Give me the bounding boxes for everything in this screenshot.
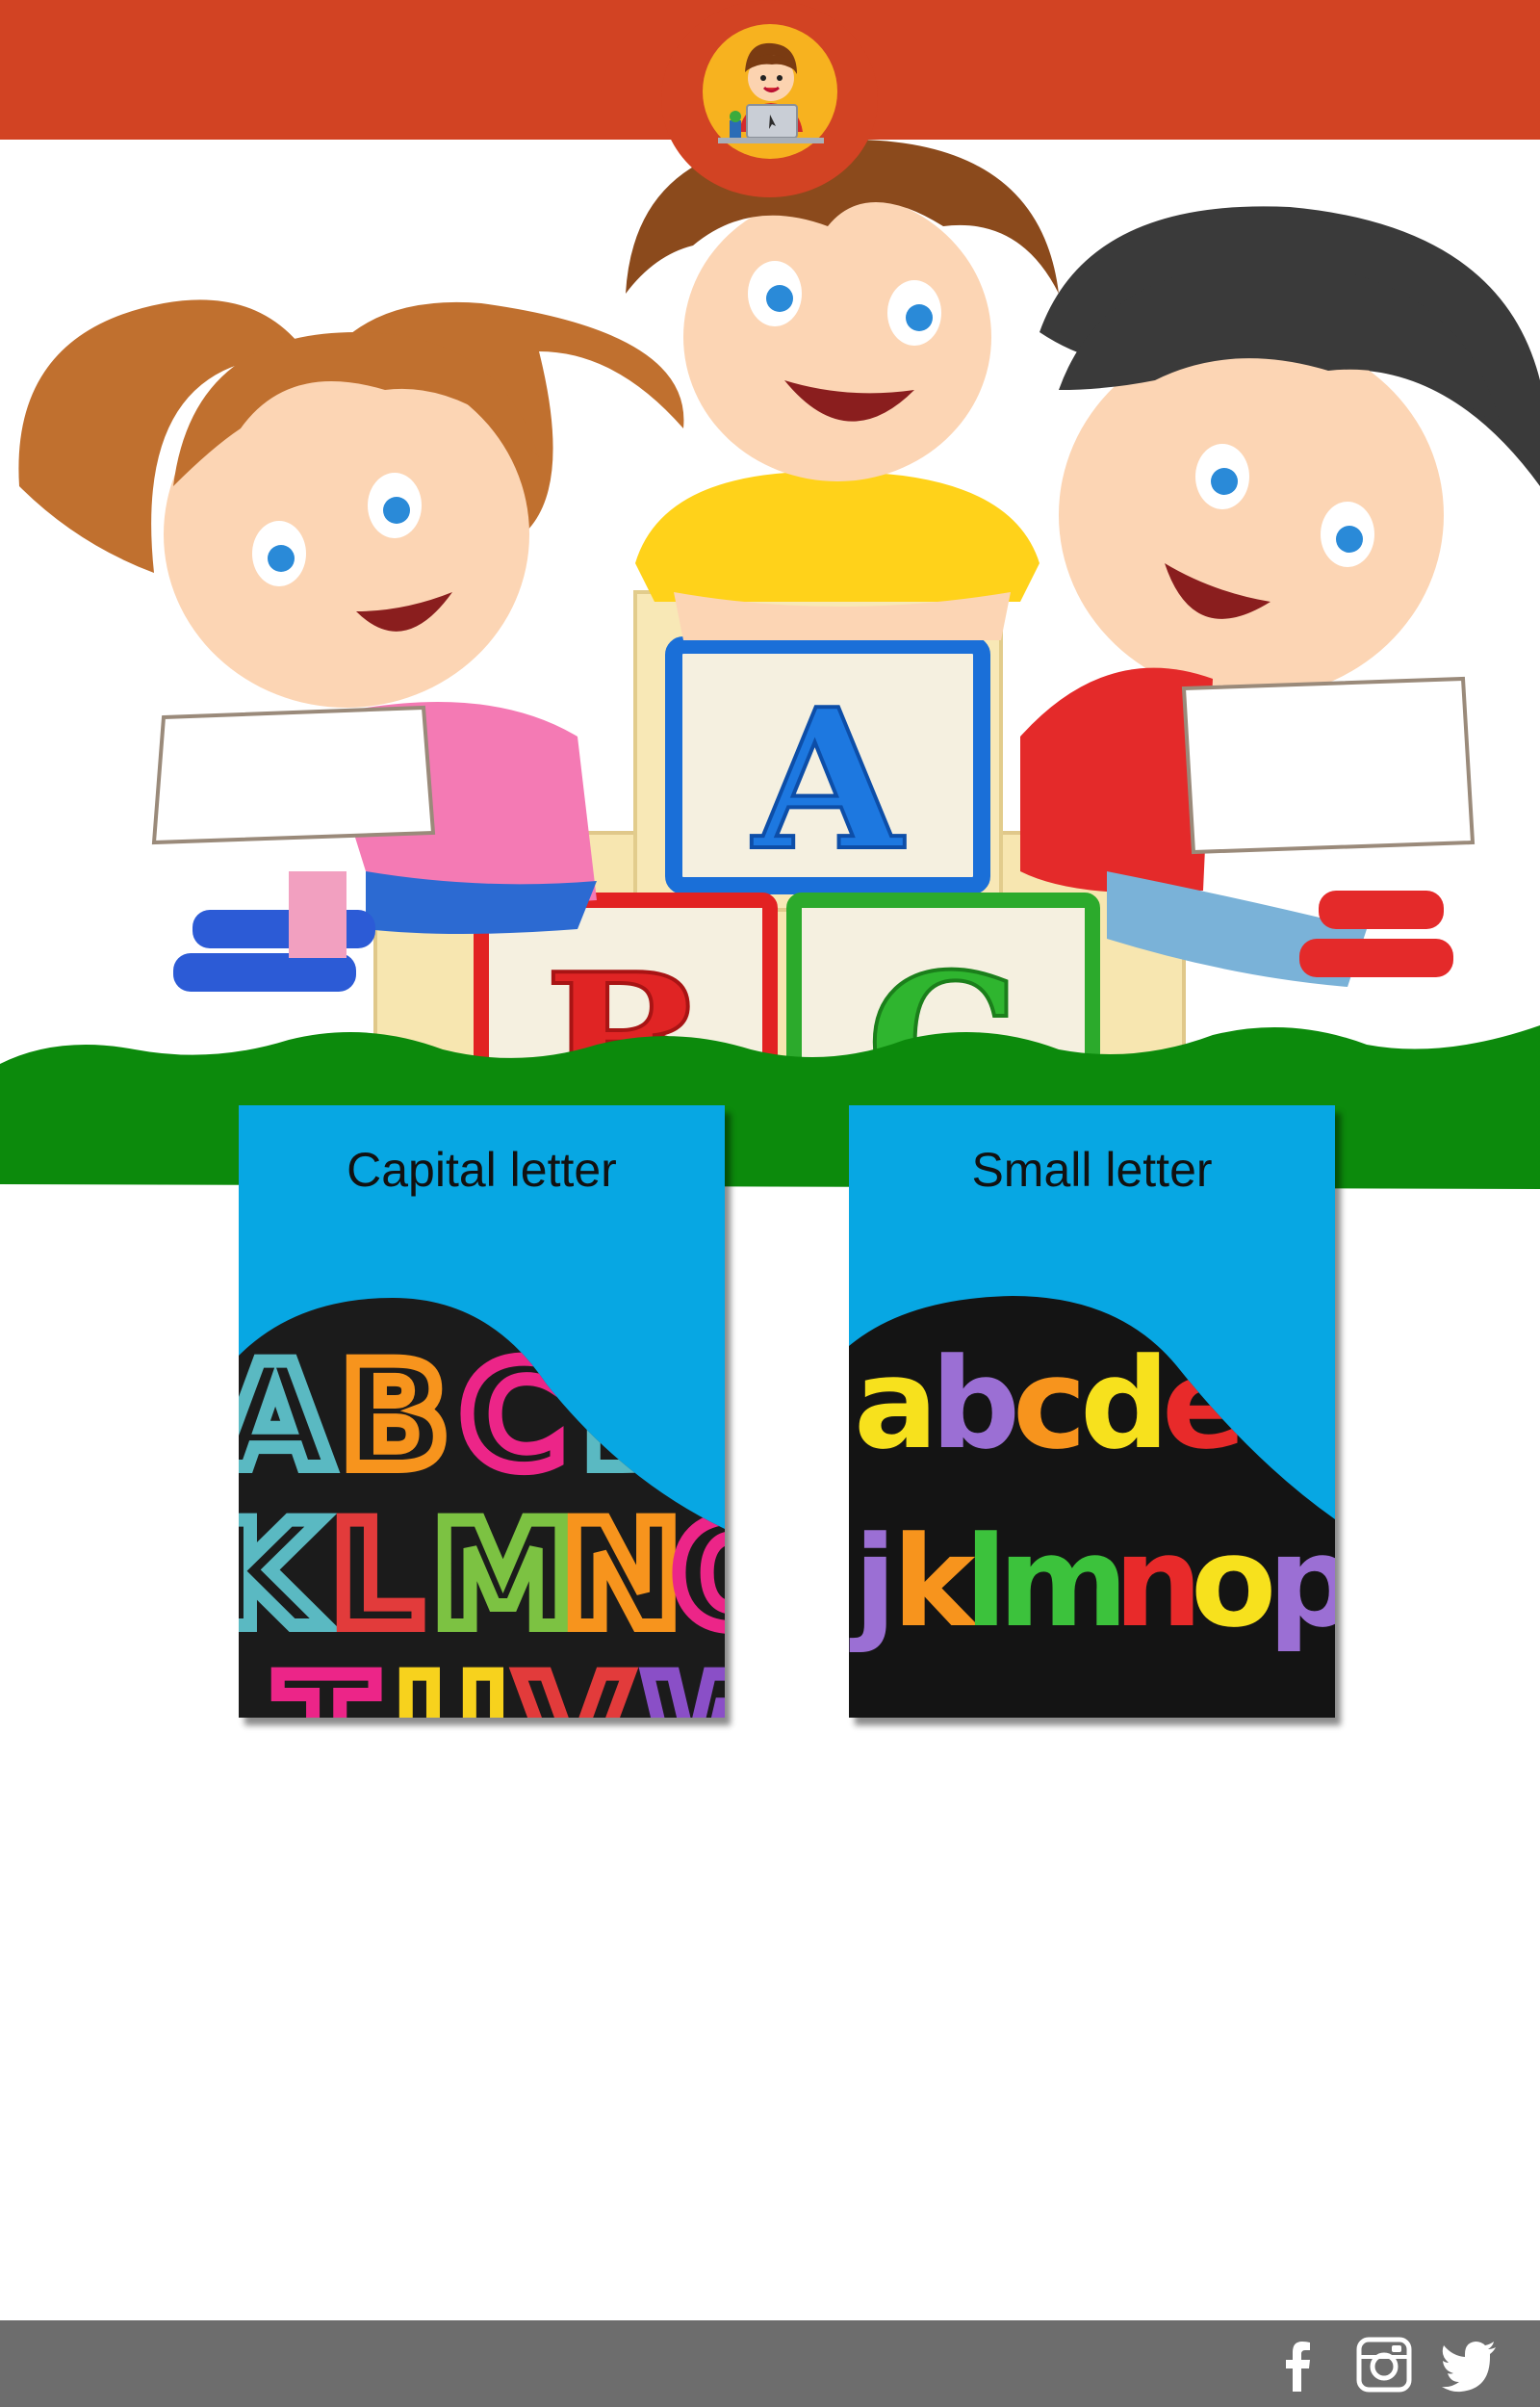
svg-text:O: O: [672, 1492, 725, 1660]
logo[interactable]: [661, 0, 878, 197]
hero-illustration: A B C: [0, 140, 1540, 1189]
capital-letters-image: A B C D K L M N O T U V W: [239, 1298, 725, 1718]
svg-text:b: b: [931, 1331, 1020, 1477]
facebook-icon[interactable]: [1267, 2334, 1328, 2395]
svg-text:W: W: [643, 1646, 725, 1718]
svg-text:f: f: [1239, 1331, 1295, 1477]
boy-center: [626, 140, 1059, 640]
svg-text:p: p: [1268, 1509, 1335, 1655]
block-letter-a: A: [751, 667, 905, 893]
svg-text:B: B: [340, 1333, 449, 1501]
capital-letter-card[interactable]: Capital letter A B C D K L M N O: [239, 1105, 725, 1718]
row-a: A: [239, 1333, 331, 1501]
svg-text:K: K: [239, 1492, 326, 1660]
twitter-icon[interactable]: [1438, 2334, 1500, 2395]
boy-right: [1020, 206, 1540, 987]
svg-text:D: D: [580, 1333, 701, 1501]
svg-text:c: c: [1013, 1331, 1087, 1477]
svg-text:e: e: [1162, 1331, 1246, 1477]
svg-text:C: C: [460, 1333, 566, 1501]
instagram-icon[interactable]: [1353, 2334, 1415, 2395]
small-letter-card[interactable]: Small letter a b c d e f j k l m n o p: [849, 1105, 1335, 1718]
svg-text:a: a: [854, 1331, 938, 1477]
svg-text:j: j: [849, 1509, 897, 1655]
page: A B C: [0, 0, 1540, 2407]
girl-left: [18, 299, 684, 992]
svg-text:o: o: [1191, 1509, 1276, 1655]
svg-text:d: d: [1080, 1331, 1169, 1477]
svg-text:L: L: [330, 1492, 423, 1660]
svg-text:V: V: [518, 1646, 629, 1718]
svg-text:M: M: [431, 1492, 575, 1660]
svg-text:m: m: [998, 1509, 1128, 1655]
svg-text:U: U: [393, 1646, 510, 1718]
svg-text:N: N: [561, 1492, 682, 1660]
svg-text:n: n: [1114, 1509, 1203, 1655]
kid-with-laptop-icon: [703, 24, 837, 159]
footer-bar: [0, 2320, 1540, 2407]
small-letters-image: a b c d e f j k l m n o p: [849, 1296, 1335, 1718]
svg-text:T: T: [277, 1646, 375, 1718]
